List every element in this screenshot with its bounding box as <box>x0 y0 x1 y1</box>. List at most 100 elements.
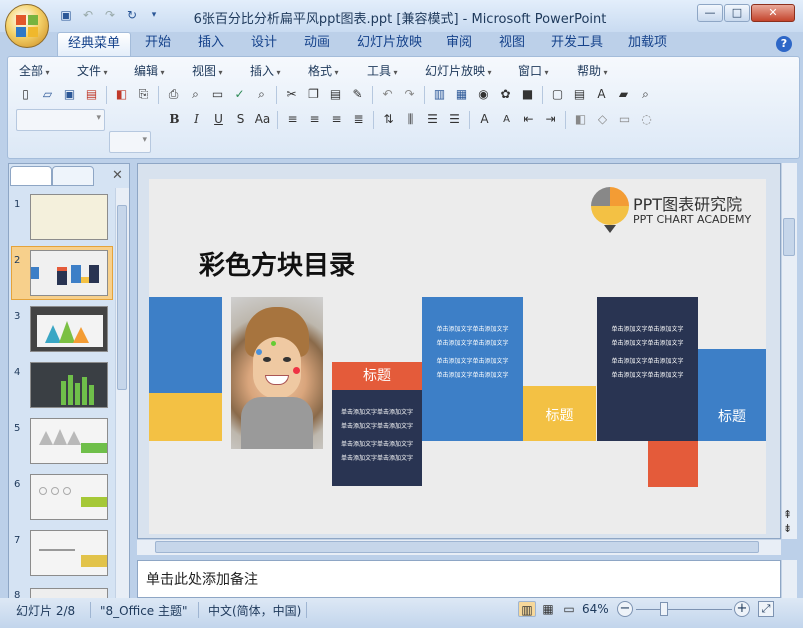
menu-file[interactable]: 文件 <box>77 62 108 79</box>
zoom-level[interactable]: 64% <box>582 602 609 616</box>
menu-view[interactable]: 视图 <box>192 62 223 79</box>
tab-classic-menu[interactable]: 经典菜单 <box>57 32 132 56</box>
close-panel-icon[interactable]: ✕ <box>112 168 123 183</box>
shapes-icon[interactable]: ◇ <box>593 110 612 129</box>
underline-button[interactable]: U <box>209 110 228 129</box>
redo-icon[interactable]: ↷ <box>102 7 118 23</box>
maximize-button[interactable]: □ <box>724 4 750 22</box>
theme-name[interactable]: "8_Office 主题" <box>100 602 188 619</box>
zoom-out-icon[interactable]: − <box>617 601 633 617</box>
align-left-icon[interactable]: ≡ <box>283 110 302 129</box>
shadow-button[interactable]: S <box>231 110 250 129</box>
new-slide-icon[interactable]: ▢ <box>548 85 567 104</box>
help-icon[interactable]: ? <box>776 36 792 52</box>
research-icon[interactable]: ⌕ <box>252 85 271 104</box>
bold-button[interactable]: B <box>165 110 184 129</box>
refresh-icon[interactable]: ↻ <box>124 7 140 23</box>
zoom-slider-track[interactable] <box>636 609 732 610</box>
save-icon[interactable]: ▣ <box>60 85 79 104</box>
normal-view-icon[interactable]: ▥ <box>518 601 536 617</box>
notes-pane[interactable]: 单击此处添加备注 <box>137 560 781 598</box>
text-direction-icon[interactable]: ⇅ <box>379 110 398 129</box>
grow-font-icon[interactable]: A <box>475 110 494 129</box>
slideshow-view-icon[interactable]: ▭ <box>560 601 578 617</box>
tab-home[interactable]: 开始 <box>135 32 181 56</box>
columns-icon[interactable]: ⫼ <box>401 110 420 129</box>
outline-icon[interactable]: ◌ <box>637 110 656 129</box>
prev-slide-icon[interactable]: ⇞ <box>783 509 792 520</box>
spelling-icon[interactable]: ✓ <box>230 85 249 104</box>
shrink-font-icon[interactable]: A <box>497 110 516 129</box>
tab-addins[interactable]: 加载项 <box>618 32 677 56</box>
language-status[interactable]: 中文(简体，中国) <box>208 602 301 619</box>
next-slide-icon[interactable]: ⇟ <box>783 523 792 534</box>
justify-icon[interactable]: ≣ <box>349 110 368 129</box>
slide-thumbnail-2[interactable] <box>30 250 108 296</box>
panel-scroll-thumb[interactable] <box>117 205 127 390</box>
save-as-icon[interactable]: ▤ <box>82 85 101 104</box>
notes-scrollbar[interactable] <box>781 560 797 598</box>
slide-thumbnail-4[interactable] <box>30 362 108 408</box>
fill-icon[interactable]: ▭ <box>615 110 634 129</box>
office-button[interactable] <box>5 4 49 48</box>
tab-outline[interactable] <box>52 166 94 186</box>
print-icon[interactable]: ⎙ <box>164 85 183 104</box>
slide-thumbnail-5[interactable] <box>30 418 108 464</box>
tab-developer[interactable]: 开发工具 <box>541 32 613 56</box>
clipart-icon[interactable]: ✿ <box>496 85 515 104</box>
slide-thumbnail-6[interactable] <box>30 474 108 520</box>
menu-help[interactable]: 帮助 <box>577 62 608 79</box>
menu-all[interactable]: 全部 <box>19 62 50 79</box>
folder-icon[interactable]: ▰ <box>614 85 633 104</box>
font-name-combo[interactable] <box>16 109 105 131</box>
numbering-icon[interactable]: ☰ <box>423 110 442 129</box>
menu-insert[interactable]: 插入 <box>250 62 281 79</box>
align-right-icon[interactable]: ≡ <box>327 110 346 129</box>
color-icon[interactable]: ■ <box>518 85 537 104</box>
align-center-icon[interactable]: ≡ <box>305 110 324 129</box>
textbox-icon[interactable]: A <box>592 85 611 104</box>
undo-icon[interactable]: ↶ <box>378 85 397 104</box>
tab-slideshow[interactable]: 幻灯片放映 <box>347 32 432 56</box>
font-size-combo[interactable] <box>109 131 151 153</box>
layout-icon[interactable]: ▭ <box>208 85 227 104</box>
menu-window[interactable]: 窗口 <box>518 62 549 79</box>
permission-icon[interactable]: ◧ <box>112 85 131 104</box>
decrease-indent-icon[interactable]: ⇤ <box>519 110 538 129</box>
zoom-icon[interactable]: ⌕ <box>636 85 655 104</box>
chart-icon[interactable]: ▥ <box>430 85 449 104</box>
zoom-in-icon[interactable]: + <box>734 601 750 617</box>
paste-icon[interactable]: ▤ <box>326 85 345 104</box>
picture-icon[interactable]: ◉ <box>474 85 493 104</box>
menu-tools[interactable]: 工具 <box>367 62 398 79</box>
tab-insert[interactable]: 插入 <box>188 32 234 56</box>
horizontal-scroll-thumb[interactable] <box>155 541 759 553</box>
table-icon[interactable]: ▦ <box>452 85 471 104</box>
close-button[interactable]: ✕ <box>751 4 795 22</box>
menu-slideshow[interactable]: 幻灯片放映 <box>425 62 492 79</box>
attach-icon[interactable]: ⎘ <box>134 85 153 104</box>
menu-edit[interactable]: 编辑 <box>134 62 165 79</box>
redo-icon[interactable]: ↷ <box>400 85 419 104</box>
save-icon[interactable]: ▣ <box>58 7 74 23</box>
bullets-icon[interactable]: ☰ <box>445 110 464 129</box>
arrange-icon[interactable]: ◧ <box>571 110 590 129</box>
tab-view[interactable]: 视图 <box>489 32 535 56</box>
tab-design[interactable]: 设计 <box>241 32 287 56</box>
italic-button[interactable]: I <box>187 110 206 129</box>
slide-sorter-icon[interactable]: ▦ <box>539 601 557 617</box>
slide-canvas[interactable]: PPT图表研究院 PPT CHART ACADEMY 彩色方块目录 标题 单击添… <box>149 179 766 534</box>
change-case-button[interactable]: Aa <box>253 110 272 129</box>
print-preview-icon[interactable]: ⌕ <box>186 85 205 104</box>
layout-icon[interactable]: ▤ <box>570 85 589 104</box>
increase-indent-icon[interactable]: ⇥ <box>541 110 560 129</box>
minimize-button[interactable]: — <box>697 4 723 22</box>
undo-icon[interactable]: ↶ <box>80 7 96 23</box>
slide-thumbnail-1[interactable] <box>30 194 108 240</box>
new-icon[interactable]: ▯ <box>16 85 35 104</box>
main-scroll-thumb[interactable] <box>783 218 795 256</box>
zoom-slider-thumb[interactable] <box>660 602 668 616</box>
slide-thumbnail-3[interactable] <box>30 306 108 352</box>
format-painter-icon[interactable]: ✎ <box>348 85 367 104</box>
tab-slides[interactable] <box>10 166 52 186</box>
